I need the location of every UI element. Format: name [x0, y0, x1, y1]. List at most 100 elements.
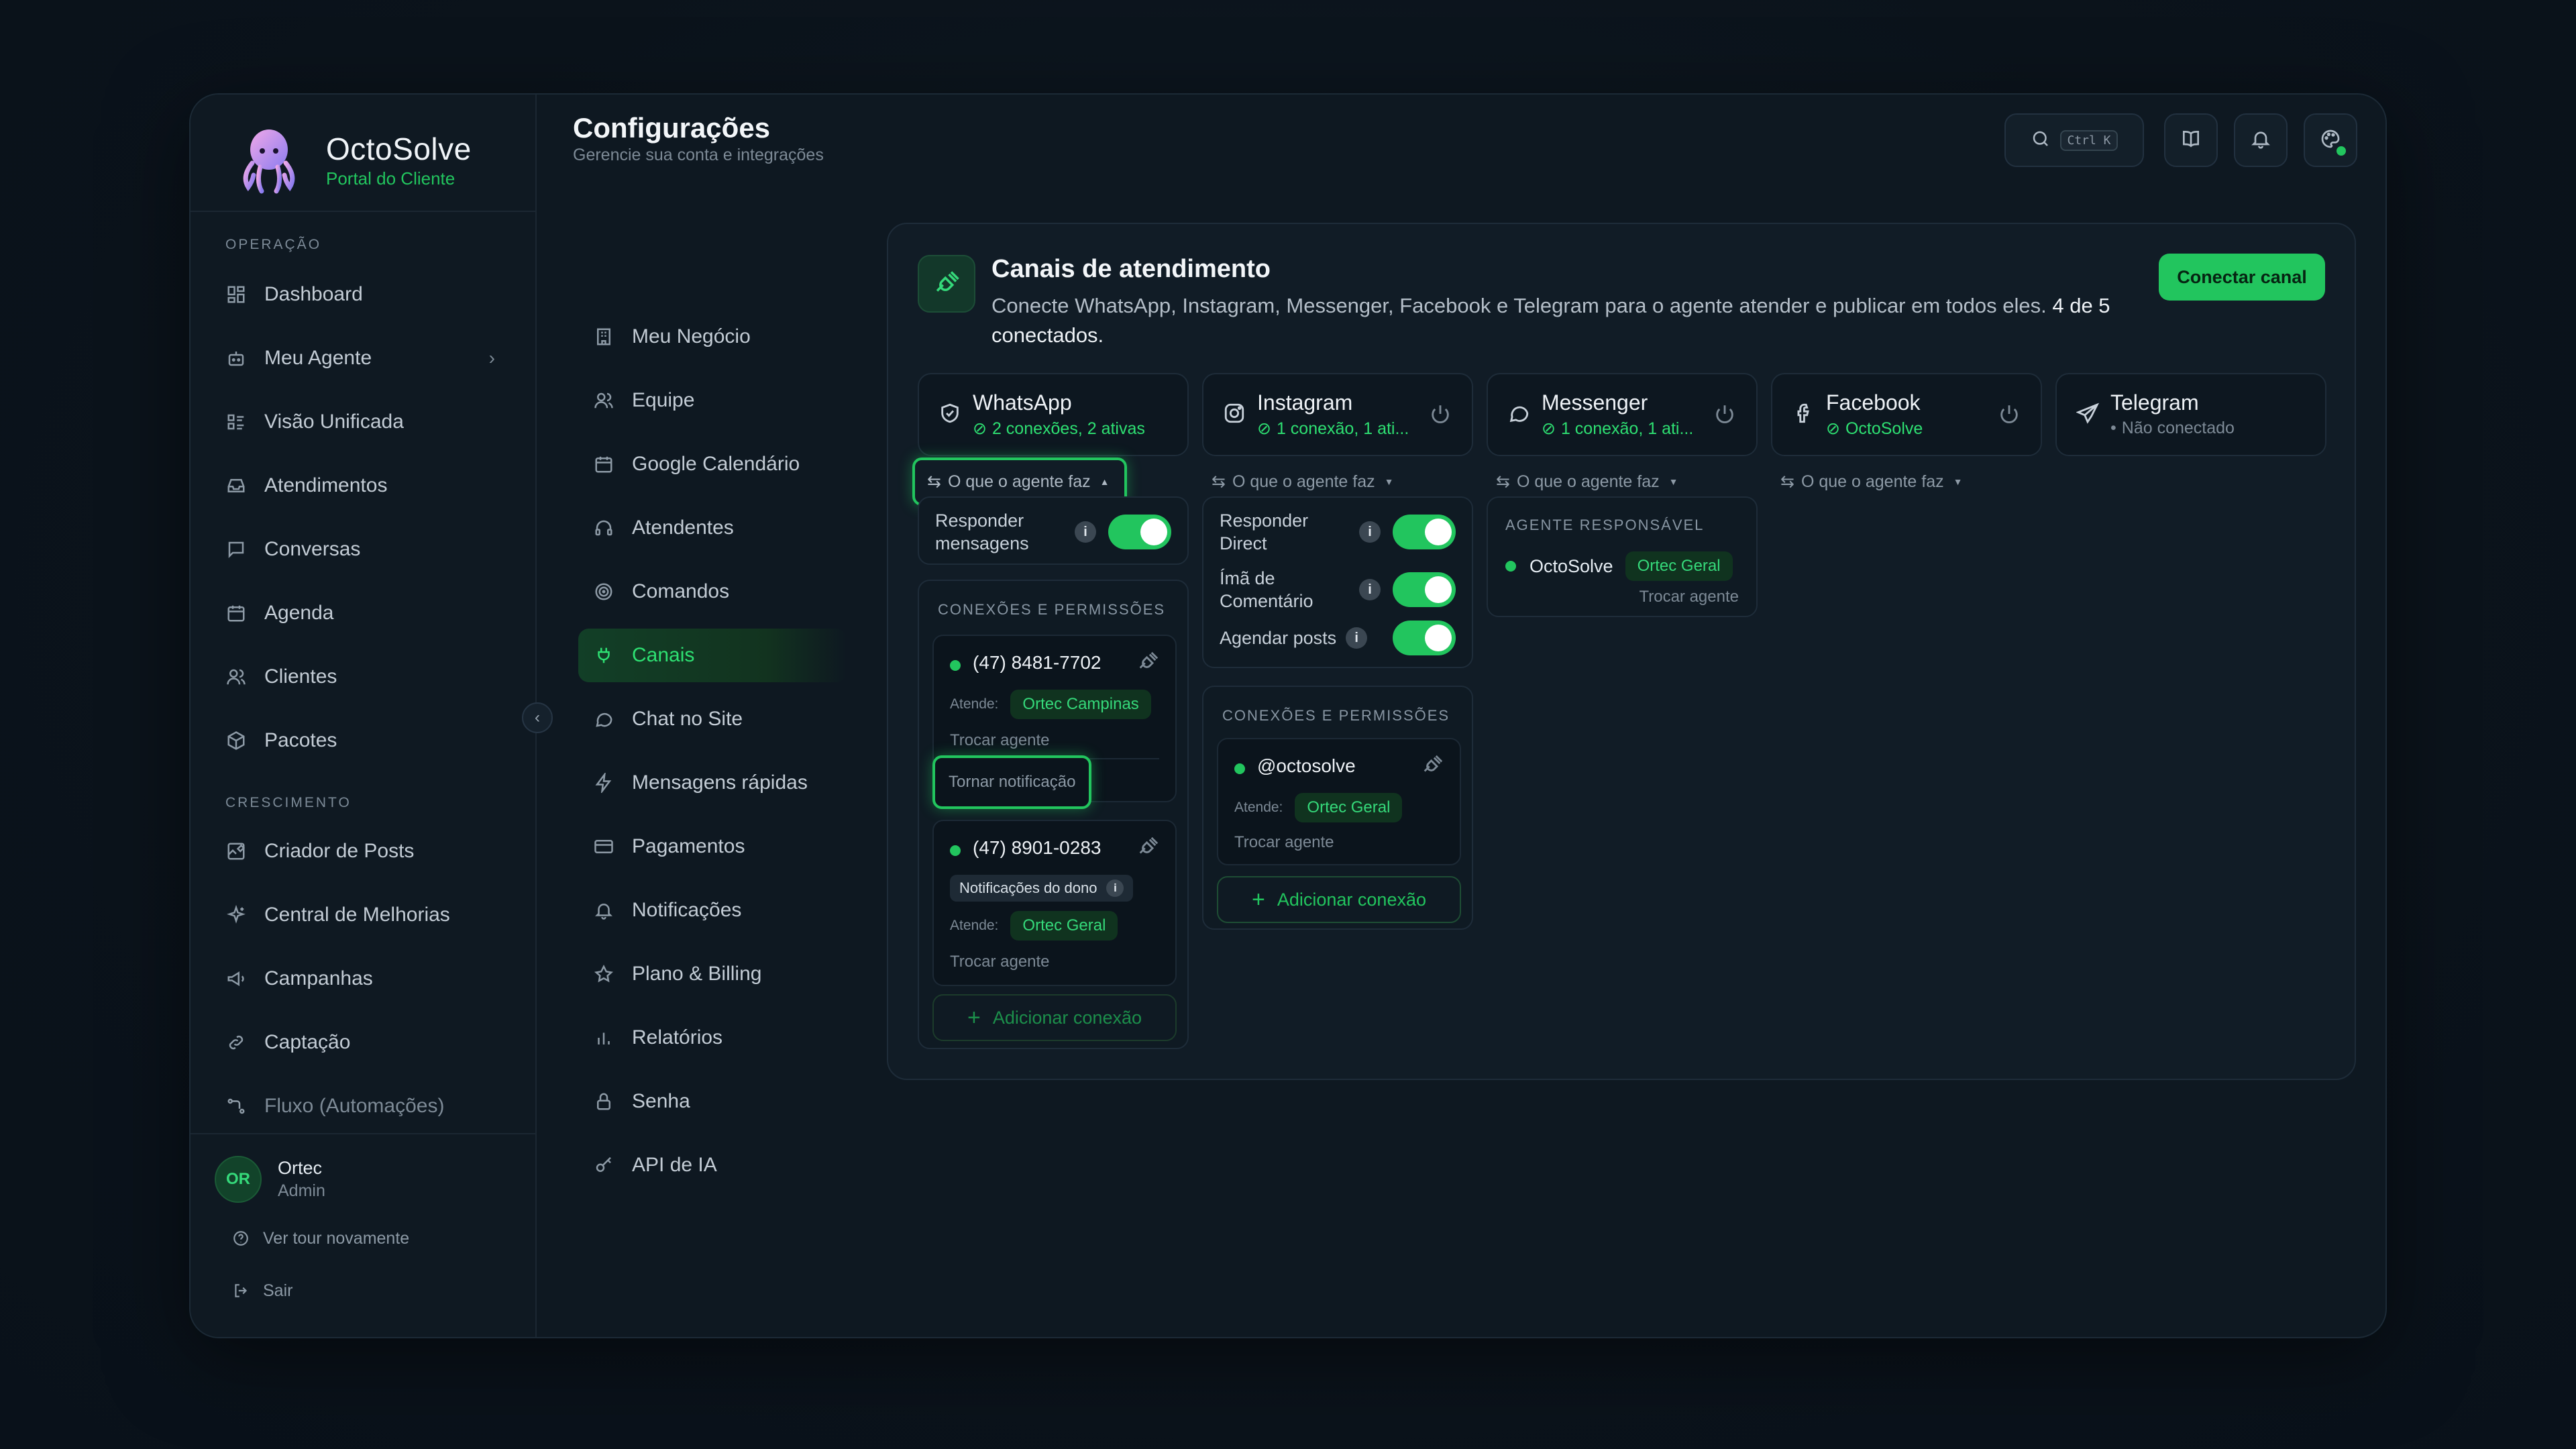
sidebar-item-campanhas[interactable]: Campanhas: [224, 952, 513, 1006]
settings-nav-comandos[interactable]: Comandos: [578, 565, 847, 619]
logout-button[interactable]: Sair: [231, 1281, 292, 1301]
bar-chart-icon: [592, 1026, 616, 1050]
docs-button[interactable]: [2164, 113, 2218, 167]
owner-badge-label: Notificações do dono: [959, 879, 1097, 896]
channel-name: Instagram: [1257, 390, 1353, 415]
agent-actions-toggle-facebook[interactable]: ⇆ O que o agente faz ▼: [1768, 458, 1974, 506]
sidebar-item-conversas[interactable]: Conversas: [224, 523, 513, 576]
sparkles-icon: [224, 903, 248, 927]
power-icon[interactable]: [1429, 402, 1452, 425]
channel-card-facebook[interactable]: Facebook ⊘ OctoSolve: [1771, 373, 2042, 456]
add-connection-button[interactable]: + Adicionar conexão: [1217, 876, 1461, 923]
tour-button[interactable]: Ver tour novamente: [231, 1228, 409, 1248]
settings-nav-label: Canais: [632, 644, 695, 666]
add-connection-button[interactable]: + Adicionar conexão: [932, 994, 1177, 1041]
connection-card: (47) 8901-0283 Notificações do dono i Ate…: [932, 820, 1177, 986]
swap-agent-link[interactable]: Trocar agente: [1234, 833, 1334, 852]
channel-card-instagram[interactable]: Instagram ⊘ 1 conexão, 1 ati...: [1202, 373, 1473, 456]
search-button[interactable]: Ctrl K: [2004, 113, 2144, 167]
lock-icon: [592, 1089, 616, 1114]
sidebar-item-dashboard[interactable]: Dashboard: [224, 268, 513, 321]
settings-nav-mensagens-rapidas[interactable]: Mensagens rápidas: [578, 756, 847, 810]
agendar-posts-toggle[interactable]: [1393, 621, 1456, 655]
settings-nav-notificacoes[interactable]: Notificações: [578, 883, 847, 937]
settings-nav-senha[interactable]: Senha: [578, 1075, 847, 1128]
sidebar: OctoSolve Portal do Cliente OPERAÇÃO Das…: [191, 95, 537, 1337]
active-dot: [1505, 561, 1516, 572]
sidebar-item-fluxo[interactable]: Fluxo (Automações): [224, 1079, 513, 1133]
info-icon[interactable]: i: [1359, 521, 1381, 543]
section-title: AGENTE RESPONSÁVEL: [1505, 517, 1705, 533]
atende-label: Atende:: [950, 696, 999, 712]
swap-agent-link[interactable]: Trocar agente: [950, 953, 1050, 971]
make-notification-button[interactable]: Tornar notificação: [932, 755, 1092, 809]
section-title: CONEXÕES E PERMISSÕES: [1222, 707, 1450, 724]
info-icon[interactable]: i: [1106, 879, 1124, 897]
sidebar-item-visao-unificada[interactable]: Visão Unificada: [224, 395, 513, 449]
power-icon[interactable]: [1713, 402, 1736, 425]
toggle-row-responder-mensagens: Responder mensagens i: [935, 508, 1171, 555]
settings-nav-google-calendario[interactable]: Google Calendário: [578, 437, 847, 491]
toggle-label: Responder mensagens: [935, 511, 1029, 553]
chevron-right-icon: ›: [488, 347, 495, 368]
sidebar-item-captacao[interactable]: Captação: [224, 1016, 513, 1069]
channel-card-telegram[interactable]: Telegram • Não conectado: [2055, 373, 2326, 456]
responder-mensagens-toggle[interactable]: [1108, 515, 1171, 549]
ima-de-comentario-toggle[interactable]: [1393, 572, 1456, 607]
brand-subtitle: Portal do Cliente: [326, 168, 455, 189]
sidebar-item-clientes[interactable]: Clientes: [224, 650, 513, 704]
add-connection-label: Adicionar conexão: [1277, 889, 1426, 910]
info-icon[interactable]: i: [1346, 627, 1368, 649]
settings-nav-atendentes[interactable]: Atendentes: [578, 501, 847, 555]
settings-nav-canais[interactable]: Canais: [578, 629, 847, 682]
unlink-icon[interactable]: [1136, 651, 1159, 674]
channel-card-messenger[interactable]: Messenger ⊘ 1 conexão, 1 ati...: [1487, 373, 1758, 456]
channel-name: Messenger: [1542, 390, 1648, 415]
instagram-icon: [1221, 400, 1248, 427]
avatar: OR: [215, 1156, 262, 1203]
collapse-sidebar-button[interactable]: ‹: [522, 702, 553, 733]
swap-agent-link[interactable]: Trocar agente: [1639, 588, 1739, 606]
settings-nav-meu-negocio[interactable]: Meu Negócio: [578, 310, 847, 364]
info-icon[interactable]: i: [1075, 521, 1096, 543]
owner-notifications-badge: Notificações do dono i: [950, 875, 1134, 902]
swap-agent-link[interactable]: Trocar agente: [950, 731, 1050, 750]
section-title: CONEXÕES E PERMISSÕES: [938, 601, 1166, 618]
settings-nav-label: Senha: [632, 1090, 690, 1112]
settings-nav-equipe[interactable]: Equipe: [578, 374, 847, 427]
atende-label: Atende:: [1234, 800, 1283, 815]
settings-nav-plano-billing[interactable]: Plano & Billing: [578, 947, 847, 1001]
plus-icon: +: [967, 1004, 981, 1030]
theme-button[interactable]: [2304, 113, 2357, 167]
sidebar-item-pacotes[interactable]: Pacotes: [224, 714, 513, 767]
sidebar-item-atendimentos[interactable]: Atendimentos: [224, 459, 513, 513]
settings-nav-chat-no-site[interactable]: Chat no Site: [578, 692, 847, 746]
brand[interactable]: OctoSolve Portal do Cliente: [232, 116, 472, 203]
power-icon[interactable]: [1998, 402, 2021, 425]
messenger-icon: [1505, 400, 1532, 427]
settings-nav-relatorios[interactable]: Relatórios: [578, 1011, 847, 1065]
active-dot: [950, 660, 961, 671]
toggle-label: Agendar posts: [1220, 628, 1337, 648]
unlink-icon[interactable]: [1421, 754, 1444, 777]
info-icon[interactable]: i: [1359, 579, 1381, 600]
sidebar-item-meu-agente[interactable]: Meu Agente ›: [224, 331, 513, 385]
sidebar-item-agenda[interactable]: Agenda: [224, 586, 513, 640]
sidebar-item-central-de-melhorias[interactable]: Central de Melhorias: [224, 888, 513, 942]
user-profile[interactable]: OR Ortec Admin: [215, 1156, 325, 1203]
target-icon: [592, 580, 616, 604]
unlink-icon[interactable]: [1136, 836, 1159, 859]
settings-nav-api-de-ia[interactable]: API de IA: [578, 1138, 847, 1192]
grid-icon: [224, 282, 248, 307]
agent-toggle-label: O que o agente faz: [1232, 472, 1375, 491]
edit-image-icon: [224, 839, 248, 863]
link-icon: [224, 1030, 248, 1055]
channel-card-whatsapp[interactable]: WhatsApp ⊘ 2 conexões, 2 ativas: [918, 373, 1189, 456]
settings-nav-pagamentos[interactable]: Pagamentos: [578, 820, 847, 873]
responder-direct-toggle[interactable]: [1393, 515, 1456, 549]
sidebar-item-criador-de-posts[interactable]: Criador de Posts: [224, 824, 513, 878]
book-icon: [2180, 128, 2202, 153]
notifications-button[interactable]: [2234, 113, 2288, 167]
sliders-icon: ⇆: [1780, 472, 1794, 491]
connect-channel-button[interactable]: Conectar canal: [2159, 254, 2325, 301]
